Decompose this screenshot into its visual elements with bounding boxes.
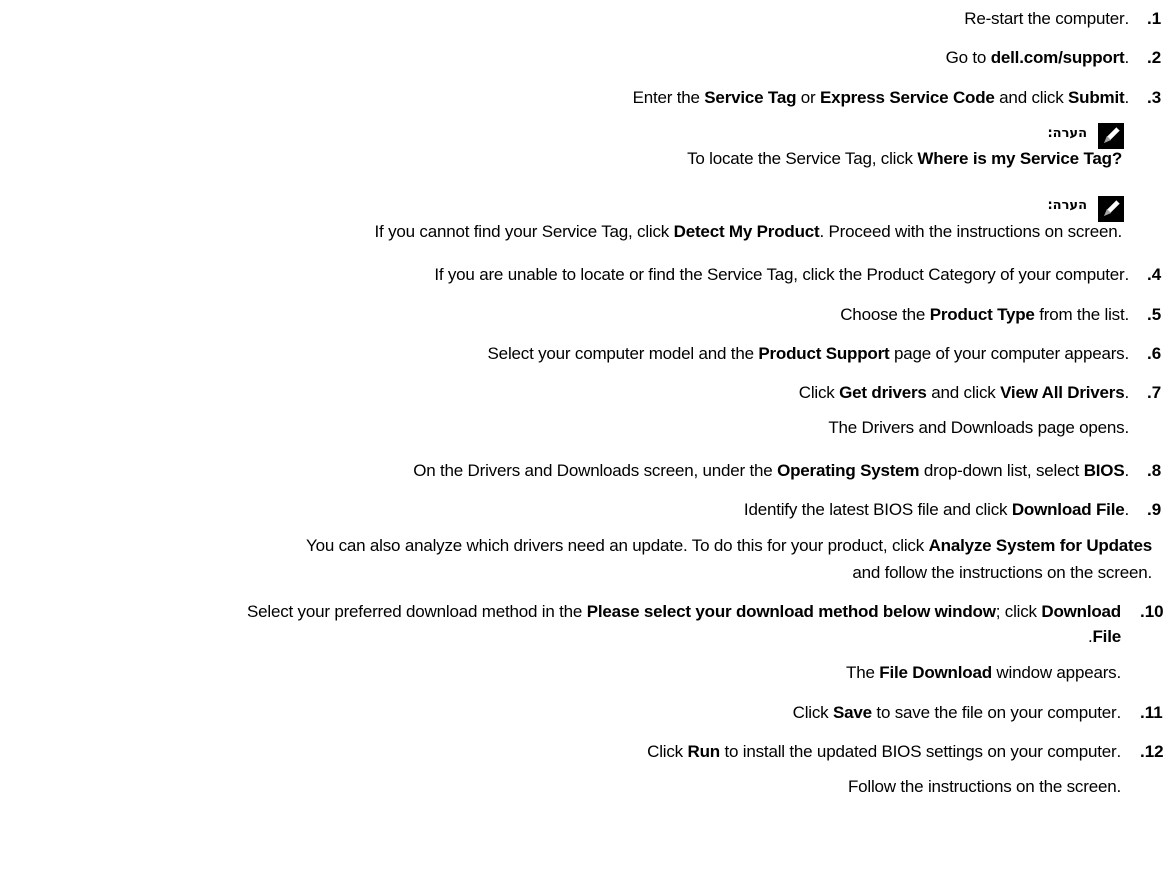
step-12-text: .Click Run to install the updated BIOS s… [647,742,1121,761]
step-number: .8 [1147,461,1162,480]
step-1-text: .Re-start the computer [964,9,1129,28]
step-3-text: .Enter the Service Tag or Express Servic… [632,88,1130,107]
step-number: .10 [1140,602,1164,621]
step-11-text: .Click Save to save the file on your com… [792,703,1122,722]
step-12-result: .Follow the instructions on the screen [847,777,1121,796]
step-9-text: .Identify the latest BIOS file and click… [743,500,1129,519]
step-number: .3 [1147,88,1162,107]
pencil-note-icon [1098,123,1124,149]
step-number: .4 [1147,265,1162,284]
document-page: .1 .Re-start the computer .2 .Go to dell… [0,0,1175,878]
step-9-tip-cont: .and follow the instructions on the scre… [852,563,1152,582]
link-text: dell.com/support [990,48,1125,67]
step-number: .7 [1147,383,1162,402]
step-number: .12 [1140,742,1164,761]
step-9-tip: You can also analyze which drivers need … [305,536,1152,555]
note-1-text: ?To locate the Service Tag, click Where … [687,149,1122,168]
step-7-result: .The Drivers and Downloads page opens [828,418,1129,437]
step-4-text: .If you are unable to locate or find the… [434,265,1129,284]
step-number: .5 [1147,305,1162,324]
note-label: הערה: [1047,198,1087,213]
step-number: .1 [1147,9,1162,28]
step-number: .9 [1147,500,1162,519]
step-number: .2 [1147,48,1162,67]
step-2-text: .Go to dell.com/support [945,48,1130,67]
step-10-text: Select your preferred download method in… [246,602,1121,621]
note-2-text: .If you cannot find your Service Tag, cl… [374,222,1123,241]
step-8-text: .On the Drivers and Downloads screen, un… [413,461,1129,480]
step-10-result: .The File Download window appears [846,663,1121,682]
step-number: .6 [1147,344,1162,363]
step-number: .11 [1140,703,1163,722]
step-7-text: .Click Get drivers and click View All Dr… [798,383,1129,402]
step-5-text: .Choose the Product Type from the list [840,305,1129,324]
step-10-text-cont: File. [1087,627,1121,646]
step-6-text: .Select your computer model and the Prod… [487,344,1130,363]
pencil-note-icon [1098,196,1124,222]
note-label: הערה: [1047,126,1087,141]
